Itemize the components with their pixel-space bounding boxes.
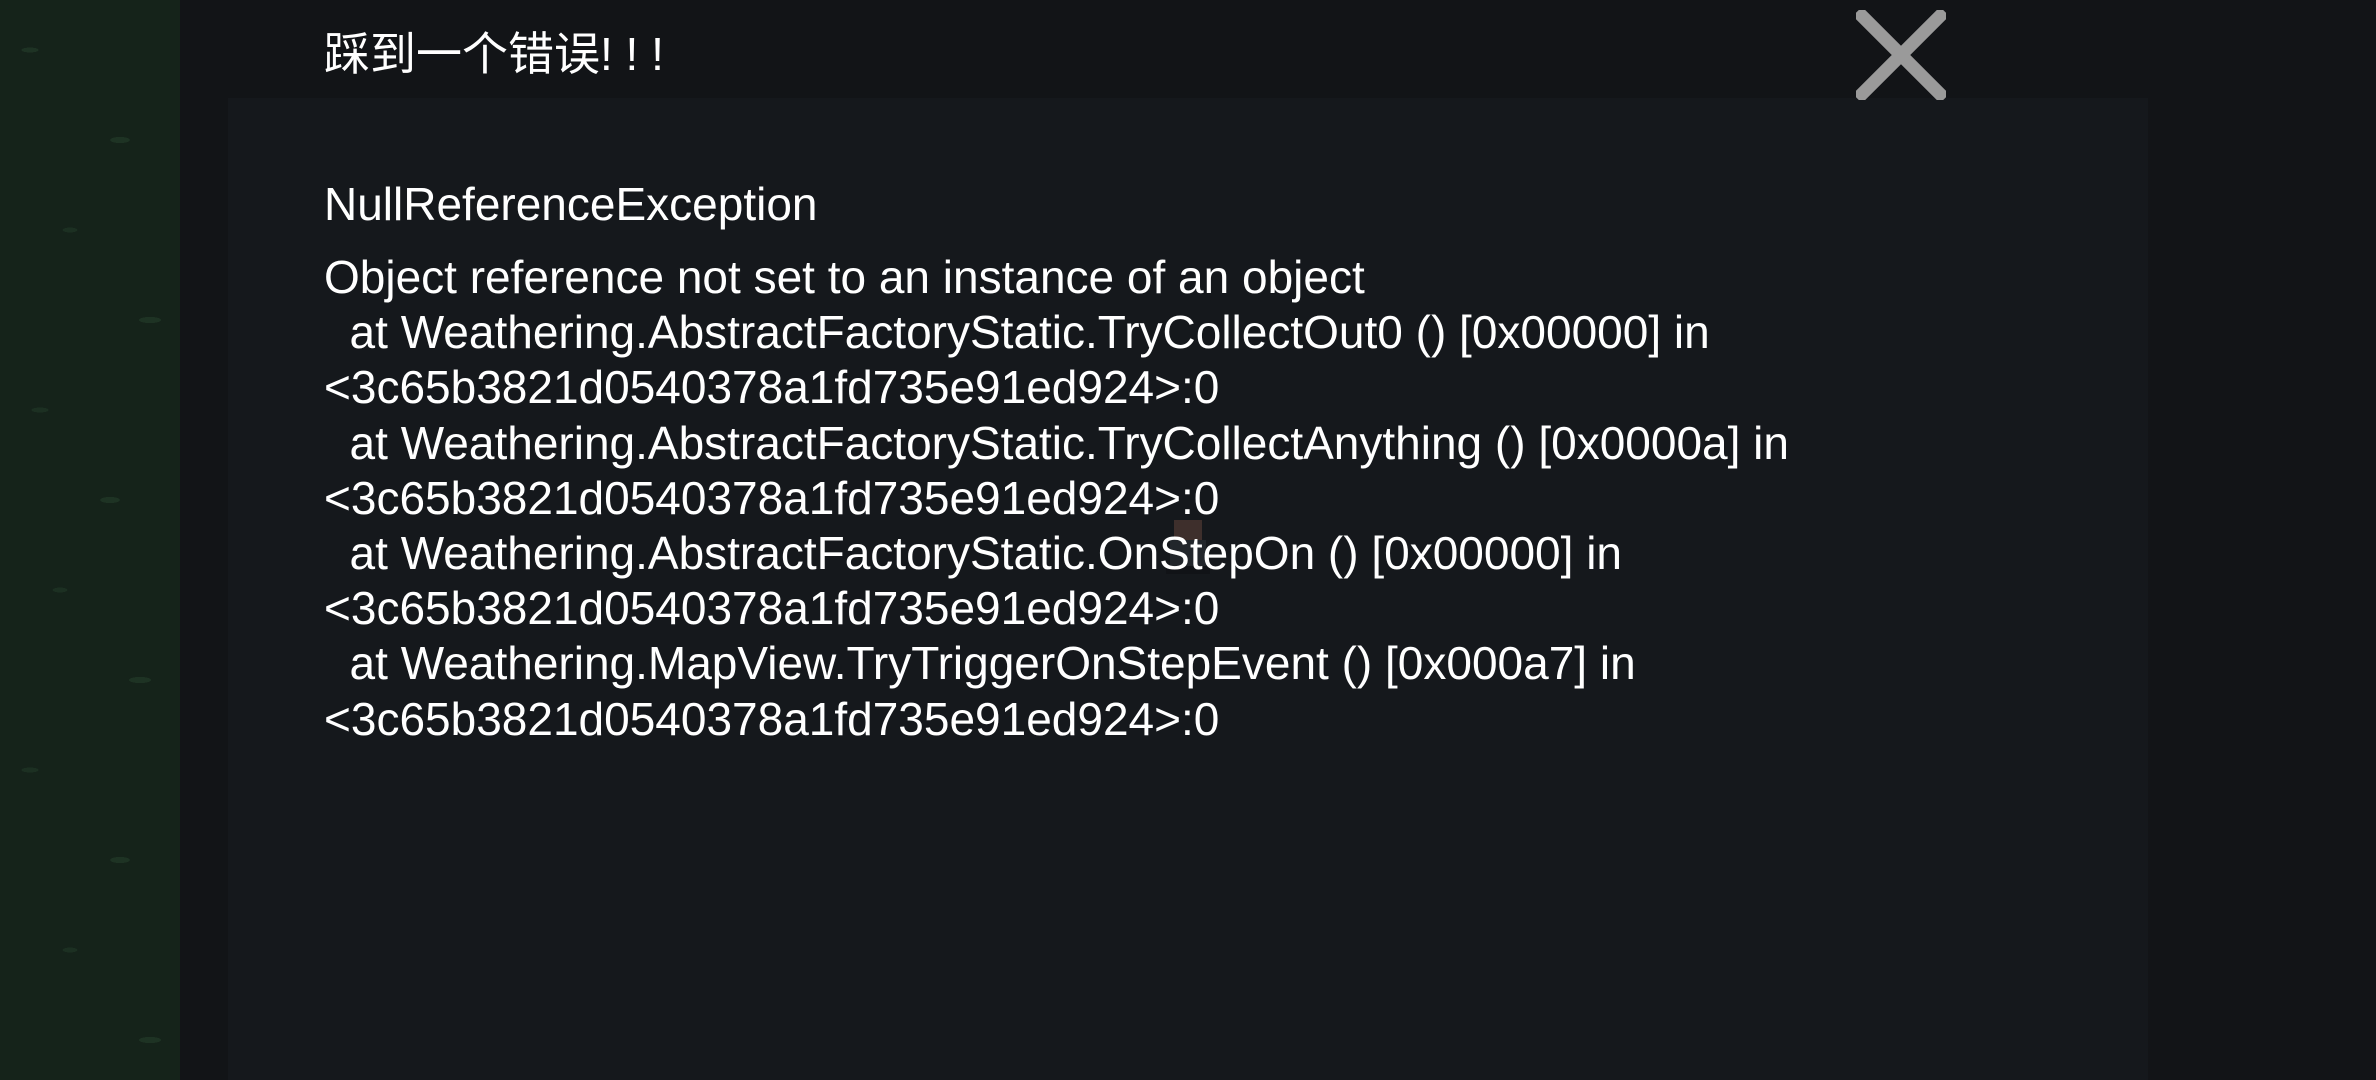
stack-frame-line: at Weathering.MapView.TryTriggerOnStepEv…	[324, 637, 1636, 690]
exception-message: Object reference not set to an instance …	[324, 250, 2024, 747]
message-line: Object reference not set to an instance …	[324, 251, 1365, 303]
exception-type: NullReferenceException	[324, 178, 818, 230]
game-map-background	[0, 0, 180, 1080]
stack-frame-line: at Weathering.AbstractFactoryStatic.TryC…	[324, 306, 1710, 359]
stack-frame-location: <3c65b3821d0540378a1fd735e91ed924>:0	[324, 692, 1220, 745]
close-x-icon[interactable]	[1856, 10, 1946, 100]
stack-frame-line: at Weathering.AbstractFactoryStatic.OnSt…	[324, 527, 1622, 580]
game-screen: 踩到一个错误! ! ! NullReferenceException Objec…	[0, 0, 2376, 1080]
stack-frame-location: <3c65b3821d0540378a1fd735e91ed924>:0	[324, 582, 1220, 635]
stack-frame-line: at Weathering.AbstractFactoryStatic.TryC…	[324, 416, 1789, 469]
dialog-title: 踩到一个错误! ! !	[324, 28, 664, 80]
stack-frame-location: <3c65b3821d0540378a1fd735e91ed924>:0	[324, 471, 1220, 524]
close-button[interactable]	[1856, 10, 1946, 100]
stack-frame-location: <3c65b3821d0540378a1fd735e91ed924>:0	[324, 361, 1220, 414]
